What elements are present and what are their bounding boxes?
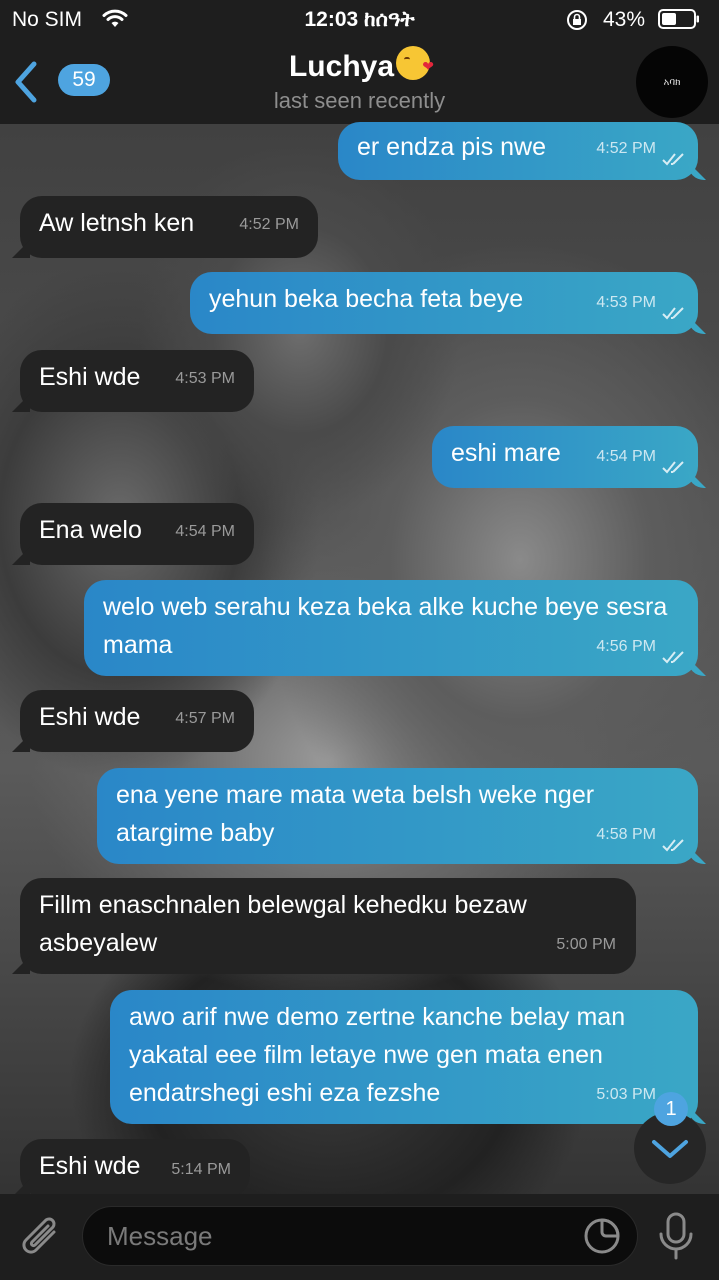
message-time: 5:00 PM	[556, 936, 616, 953]
message-time: 4:54 PM	[175, 523, 235, 540]
sticker-icon[interactable]	[582, 1216, 622, 1256]
message-outgoing[interactable]: welo web serahu keza beka alke kuche bey…	[84, 580, 698, 676]
message-incoming[interactable]: Aw letnsh ken 4:52 PM	[20, 196, 318, 258]
message-incoming[interactable]: Eshi wde 4:53 PM	[20, 350, 254, 412]
message-composer: Message	[0, 1194, 719, 1280]
avatar-text: አባክ	[663, 76, 681, 88]
contact-avatar[interactable]: አባክ	[636, 46, 708, 118]
message-incoming[interactable]: Eshi wde 4:57 PM	[20, 690, 254, 752]
double-check-icon	[662, 307, 684, 320]
message-time: 4:57 PM	[175, 710, 235, 727]
message-time: 4:53 PM	[175, 370, 235, 387]
message-incoming[interactable]: Ena welo 4:54 PM	[20, 503, 254, 565]
message-placeholder: Message	[107, 1221, 213, 1251]
message-time: 4:52 PM	[596, 140, 656, 157]
double-check-icon	[662, 839, 684, 852]
status-bar: No SIM 12:03 ከሰዓት 43%	[0, 0, 719, 40]
message-time: 4:52 PM	[239, 216, 299, 233]
message-outgoing[interactable]: awo arif nwe demo zertne kanche belay ma…	[110, 990, 698, 1124]
double-check-icon	[662, 153, 684, 166]
orientation-lock-icon	[567, 10, 587, 30]
message-incoming[interactable]: Eshi wde 5:14 PM	[20, 1139, 250, 1197]
message-text: welo web serahu keza beka alke kuche bey…	[103, 593, 675, 659]
unread-count-badge: 1	[654, 1092, 688, 1126]
message-text: Fillm enaschnalen belewgal kehedku bezaw…	[39, 891, 534, 957]
kissing-face-emoji-icon	[396, 46, 434, 80]
chat-title[interactable]: Luchya	[0, 46, 719, 84]
message-time: 5:03 PM	[596, 1086, 656, 1103]
battery-percent: 43%	[603, 8, 646, 31]
microphone-icon[interactable]	[656, 1210, 696, 1262]
double-check-icon	[662, 461, 684, 474]
message-time: 4:58 PM	[596, 826, 656, 843]
message-incoming[interactable]: Fillm enaschnalen belewgal kehedku bezaw…	[20, 878, 636, 974]
message-text: ena yene mare mata weta belsh weke nger …	[116, 781, 602, 847]
last-seen-status: last seen recently	[273, 88, 446, 113]
chat-title-text: Luchya	[288, 50, 395, 83]
double-check-icon	[662, 651, 684, 664]
message-outgoing[interactable]: yehun beka becha feta beye 4:53 PM	[190, 272, 698, 334]
message-outgoing[interactable]: eshi mare 4:54 PM	[432, 426, 698, 488]
paperclip-icon[interactable]	[18, 1212, 66, 1262]
message-outgoing[interactable]: er endza pis nwe 4:52 PM	[338, 122, 698, 180]
message-time: 4:54 PM	[596, 448, 656, 465]
message-input[interactable]: Message	[82, 1206, 638, 1266]
message-time: 5:14 PM	[171, 1161, 231, 1178]
chat-header: 59 Luchya last seen recently አባክ	[0, 40, 719, 124]
message-outgoing[interactable]: ena yene mare mata weta belsh weke nger …	[97, 768, 698, 864]
message-time: 4:56 PM	[596, 638, 656, 655]
message-time: 4:53 PM	[596, 294, 656, 311]
battery-icon	[658, 9, 699, 29]
